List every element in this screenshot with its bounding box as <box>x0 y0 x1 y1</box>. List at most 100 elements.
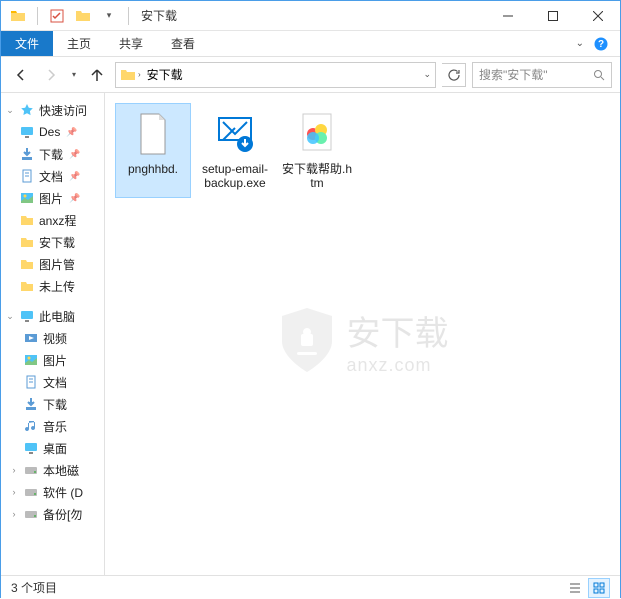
file-icon <box>293 110 341 158</box>
sidebar-label: 本地磁 <box>43 462 79 479</box>
expand-icon[interactable]: › <box>9 465 19 475</box>
sidebar-item[interactable]: 音乐 <box>1 415 104 437</box>
navigation-bar: ▾ › 安下载 ⌄ 搜索"安下载" <box>1 57 620 93</box>
sidebar-label: 桌面 <box>43 440 67 457</box>
sidebar-label: 图片 <box>39 190 63 207</box>
watermark-text-en: anxz.com <box>347 355 449 376</box>
sidebar-item[interactable]: 视频 <box>1 327 104 349</box>
file-item[interactable]: 安下载帮助.htm <box>279 103 355 198</box>
sidebar-item[interactable]: 图片管 <box>1 253 104 275</box>
documents-icon <box>23 374 39 390</box>
expand-ribbon-icon[interactable]: ⌄ <box>576 38 584 49</box>
sidebar-item[interactable]: 安下载 <box>1 231 104 253</box>
address-segment[interactable]: 安下载 <box>143 66 187 83</box>
expand-icon[interactable]: › <box>9 509 19 519</box>
sidebar-item[interactable]: 图片 <box>1 349 104 371</box>
folder-icon <box>7 5 29 27</box>
folder-icon[interactable] <box>72 5 94 27</box>
sidebar-label: 安下载 <box>39 234 75 251</box>
sidebar-item[interactable]: 下载 <box>1 393 104 415</box>
address-dropdown-icon[interactable]: ⌄ <box>423 69 431 80</box>
minimize-button[interactable] <box>485 2 530 30</box>
sidebar-item[interactable]: 未上传 <box>1 275 104 297</box>
sidebar-item[interactable]: 桌面 <box>1 437 104 459</box>
star-icon <box>19 102 35 118</box>
computer-icon <box>19 308 35 324</box>
up-button[interactable] <box>85 63 109 87</box>
collapse-icon[interactable]: ⌄ <box>5 311 15 322</box>
sidebar-item[interactable]: 下载 <box>1 143 104 165</box>
svg-text:?: ? <box>598 39 604 50</box>
search-placeholder: 搜索"安下载" <box>479 66 548 83</box>
address-bar[interactable]: › 安下载 ⌄ <box>115 62 436 88</box>
refresh-button[interactable] <box>442 63 466 87</box>
sidebar-label: 图片 <box>43 352 67 369</box>
sidebar-label: 音乐 <box>43 418 67 435</box>
file-list[interactable]: 安下载 anxz.com pnghhbd. setup-email-backup… <box>105 93 620 575</box>
expand-icon[interactable]: › <box>9 487 19 497</box>
tab-view[interactable]: 查看 <box>157 31 209 56</box>
disk-icon <box>23 506 39 522</box>
watermark: 安下载 anxz.com <box>277 306 449 376</box>
file-label: pnghhbd. <box>128 162 178 176</box>
sidebar-label: 未上传 <box>39 278 75 295</box>
sidebar-label: 备份[勿 <box>43 506 82 523</box>
folder-icon <box>19 212 35 228</box>
history-dropdown[interactable]: ▾ <box>69 70 79 79</box>
file-icon <box>211 110 259 158</box>
file-item[interactable]: setup-email-backup.exe <box>197 103 273 198</box>
back-button[interactable] <box>9 63 33 87</box>
icons-view-button[interactable] <box>588 578 610 598</box>
separator <box>128 7 129 25</box>
sidebar-item[interactable]: › 备份[勿 <box>1 503 104 525</box>
dropdown-icon[interactable]: ▾ <box>98 5 120 27</box>
separator <box>37 7 38 25</box>
sidebar-label: 文档 <box>43 374 67 391</box>
tab-file[interactable]: 文件 <box>1 31 53 56</box>
properties-icon[interactable] <box>46 5 68 27</box>
maximize-button[interactable] <box>530 2 575 30</box>
sidebar-label: 下载 <box>43 396 67 413</box>
help-icon[interactable]: ? <box>594 37 608 51</box>
sidebar-item[interactable]: 图片 <box>1 187 104 209</box>
search-icon <box>593 69 605 81</box>
tab-home[interactable]: 主页 <box>53 31 105 56</box>
disk-icon <box>23 462 39 478</box>
details-view-button[interactable] <box>564 578 586 598</box>
disk-icon <box>23 484 39 500</box>
sidebar-item[interactable]: › 本地磁 <box>1 459 104 481</box>
folder-icon <box>19 234 35 250</box>
sidebar-item[interactable]: anxz程 <box>1 209 104 231</box>
file-icon <box>129 110 177 158</box>
sidebar-item-quickaccess[interactable]: ⌄ 快速访问 <box>1 99 104 121</box>
ribbon: 文件 主页 共享 查看 ⌄ ? <box>1 31 620 57</box>
sidebar-label: anxz程 <box>39 212 76 229</box>
watermark-text-zh: 安下载 <box>347 306 449 355</box>
sidebar-label: 此电脑 <box>39 308 75 325</box>
explorer-body: ⌄ 快速访问 Des 下载 文档 图片 anxz程 安下载 <box>1 93 620 575</box>
sidebar-item[interactable]: 文档 <box>1 165 104 187</box>
sidebar-item-thispc[interactable]: ⌄ 此电脑 <box>1 305 104 327</box>
downloads-icon <box>19 146 35 162</box>
close-button[interactable] <box>575 2 620 30</box>
file-item[interactable]: pnghhbd. <box>115 103 191 198</box>
sidebar-item[interactable]: 文档 <box>1 371 104 393</box>
collapse-icon[interactable]: ⌄ <box>5 105 15 116</box>
downloads-icon <box>23 396 39 412</box>
search-input[interactable]: 搜索"安下载" <box>472 62 612 88</box>
navigation-pane: ⌄ 快速访问 Des 下载 文档 图片 anxz程 安下载 <box>1 93 105 575</box>
forward-button[interactable] <box>39 63 63 87</box>
sidebar-label: 视频 <box>43 330 67 347</box>
tab-share[interactable]: 共享 <box>105 31 157 56</box>
sidebar-label: 快速访问 <box>39 102 87 119</box>
sidebar-item[interactable]: › 软件 (D <box>1 481 104 503</box>
sidebar-item[interactable]: Des <box>1 121 104 143</box>
desktop-icon <box>23 440 39 456</box>
item-count: 3 个项目 <box>11 579 57 596</box>
pictures-icon <box>19 190 35 206</box>
sidebar-label: Des <box>39 125 60 139</box>
quick-access-toolbar: ▾ <box>1 5 133 27</box>
title-bar: ▾ 安下载 <box>1 1 620 31</box>
chevron-right-icon[interactable]: › <box>136 70 143 79</box>
folder-icon <box>120 67 136 83</box>
